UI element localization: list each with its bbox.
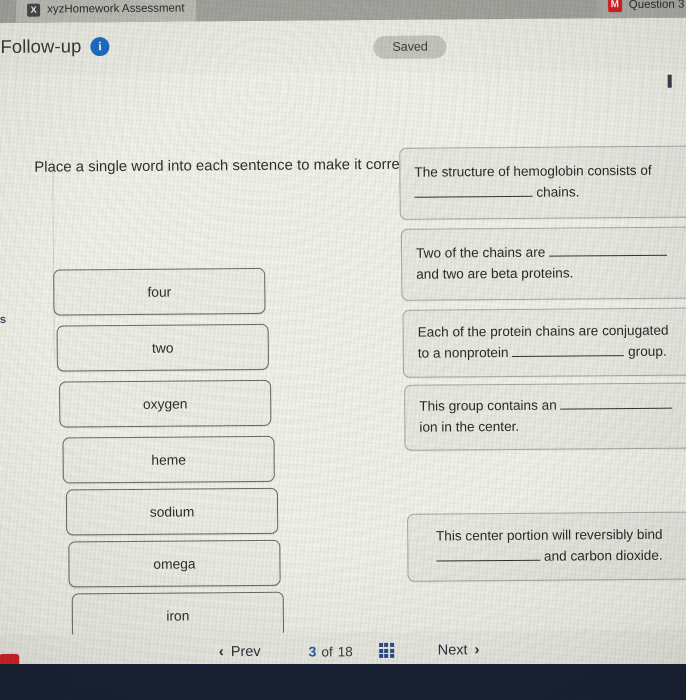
answer-blank[interactable] (414, 183, 533, 198)
prev-button-label: Prev (230, 643, 261, 660)
m-favicon-icon: M (607, 0, 622, 13)
word-tile-label: sodium (149, 503, 195, 520)
page-counter: 3 of 18 (309, 643, 353, 659)
sentence-text: Each of the protein chains are conjugate… (418, 321, 678, 364)
next-button[interactable]: Next › (438, 641, 480, 658)
sentence-text: This group contains an ion in the center… (419, 395, 679, 438)
word-tile-label: heme (151, 452, 186, 468)
status-badge-saved: Saved (373, 35, 447, 60)
grid-cell (378, 642, 383, 647)
header-edge-mark (667, 74, 672, 88)
grid-cell (378, 648, 383, 653)
page-title: Follow-up (0, 35, 82, 57)
word-tile-label: four (147, 284, 172, 300)
word-tile-two[interactable]: two (56, 323, 269, 372)
app-header: Follow-up i Saved (0, 17, 686, 88)
sentence-fragment: This center portion will reversibly bind (435, 527, 663, 544)
sidebar-truncated-label: ces (0, 313, 7, 327)
answer-blank[interactable] (512, 342, 625, 357)
device-bezel-bottom (0, 664, 686, 700)
screen-content: X xyzHomework Assessment M Question 3 - … (0, 0, 686, 672)
sentence-text: Two of the chains are and two are beta p… (416, 242, 682, 285)
of-label: of (321, 643, 333, 659)
sentence-box-3[interactable]: Each of the protein chains are conjugate… (402, 307, 686, 378)
grid-cell (384, 648, 389, 653)
x-favicon-icon: X (27, 3, 41, 17)
grid-cell (378, 653, 383, 658)
word-tile-omega[interactable]: omega (68, 539, 281, 588)
total-page-number: 18 (337, 643, 353, 659)
prev-button[interactable]: ‹ Prev (219, 643, 261, 660)
word-tile-label: iron (166, 607, 190, 624)
word-tile-label: two (151, 340, 174, 356)
sentence-box-4[interactable]: This group contains an ion in the center… (404, 382, 686, 451)
word-tile-oxygen[interactable]: oxygen (59, 379, 272, 428)
grid-cell (389, 648, 394, 653)
answer-blank[interactable] (560, 395, 673, 410)
photo-of-screen: X xyzHomework Assessment M Question 3 - … (0, 0, 686, 700)
sentence-fragment: and two are beta proteins. (416, 265, 574, 282)
sentence-box-1[interactable]: The structure of hemoglobin consists of … (399, 145, 686, 220)
sentence-fragment: ion in the center. (419, 418, 520, 435)
sentence-fragment: chains. (532, 184, 580, 200)
answer-blank[interactable] (436, 547, 541, 562)
sentence-fragment: This group contains an (419, 397, 561, 415)
answer-blank[interactable] (548, 242, 668, 257)
followup-heading: Follow-up i (0, 35, 110, 58)
sentence-text: The structure of hemoglobin consists of … (414, 161, 678, 204)
question-prompt: Place a single word into each sentence t… (34, 156, 416, 176)
word-tile-label: omega (153, 555, 196, 572)
browser-tab-label: Question 3 - Chap (628, 0, 686, 12)
word-tile-heme[interactable]: heme (62, 435, 275, 484)
question-body: ces Place a single word into each senten… (0, 69, 686, 672)
grid-cell (384, 653, 389, 658)
current-page-number: 3 (308, 642, 317, 660)
browser-tab-xyzhomework[interactable]: X xyzHomework Assessment (16, 0, 197, 23)
next-button-label: Next (437, 641, 468, 659)
sentence-box-5[interactable]: This center portion will reversibly bind… (407, 511, 686, 582)
browser-tab-question3[interactable]: M Question 3 - Chap (596, 0, 686, 19)
sentence-fragment: group. (624, 343, 667, 360)
word-tile-label: oxygen (142, 395, 188, 412)
sentence-fragment: The structure of hemoglobin consists of (414, 163, 652, 181)
browser-tab-label: xyzHomework Assessment (47, 2, 185, 16)
sentence-fragment: Two of the chains are (415, 244, 550, 262)
sentence-box-2[interactable]: Two of the chains are and two are beta p… (400, 226, 686, 301)
chevron-left-icon: ‹ (218, 643, 224, 661)
grid-cell (384, 642, 389, 647)
chevron-right-icon: › (474, 641, 480, 659)
sentence-fragment: and carbon dioxide. (540, 547, 663, 564)
grid-cell (389, 642, 394, 647)
left-rail-divider (0, 158, 55, 360)
grid-view-icon[interactable] (378, 642, 394, 658)
info-icon[interactable]: i (90, 36, 110, 56)
word-tile-four[interactable]: four (53, 267, 266, 316)
word-tile-sodium[interactable]: sodium (65, 487, 279, 536)
sentence-text: This center portion will reversibly bind… (422, 525, 676, 568)
grid-cell (389, 653, 394, 658)
